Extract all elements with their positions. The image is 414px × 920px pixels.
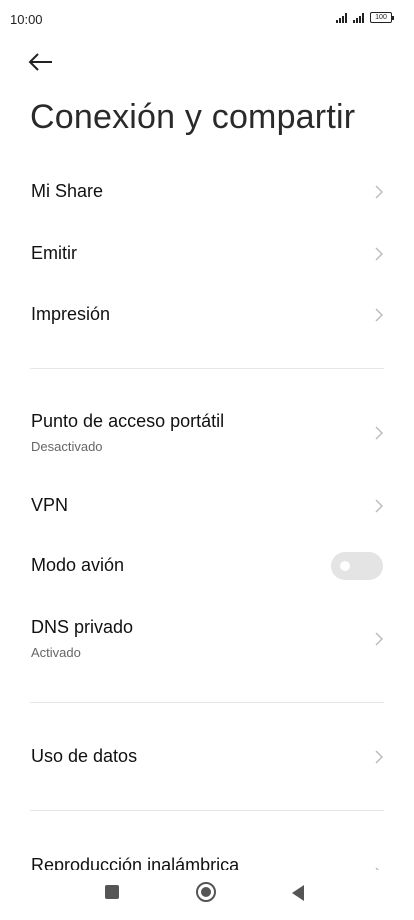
settings-item-mi-share[interactable]: Mi Share [0,172,414,212]
section-divider [30,702,384,703]
settings-item-label: Uso de datos [31,746,138,766]
toggle-knob [340,561,350,571]
status-time: 10:00 [10,12,43,27]
home-button[interactable] [195,881,217,908]
airplane-mode-toggle[interactable] [331,552,383,580]
settings-item-label: DNS privado [31,617,134,637]
settings-item-vpn[interactable]: VPN [0,486,414,526]
chevron-right-icon [375,750,384,764]
chevron-right-icon [375,308,384,322]
settings-item-label: Emitir [31,243,77,263]
back-button[interactable] [26,48,58,76]
page-title: Conexión y compartir [30,98,356,136]
chevron-right-icon [375,499,384,513]
chevron-right-icon [375,247,384,261]
chevron-right-icon [375,185,384,199]
signal-icon [353,12,364,23]
chevron-right-icon [375,632,384,646]
battery-level: 100 [375,14,387,21]
signal-icon [336,12,347,23]
recents-button[interactable] [104,884,120,905]
nav-back-button[interactable] [290,884,306,907]
circle-icon [196,882,216,902]
arrow-left-icon [28,53,52,71]
battery-icon: 100 [370,12,394,23]
settings-item-subtitle: Desactivado [31,439,103,454]
settings-item-label: Modo avión [31,555,125,575]
chevron-right-icon [375,426,384,440]
square-icon [105,885,119,899]
settings-item-label: VPN [31,495,69,515]
settings-item-private-dns[interactable]: DNS privado Activado [0,610,414,666]
section-divider [30,368,384,369]
status-bar: 10:00 100 [0,0,414,40]
settings-item-impresion[interactable]: Impresión [0,295,414,335]
settings-item-subtitle: Activado [31,645,81,660]
settings-item-data-usage[interactable]: Uso de datos [0,737,414,777]
settings-item-airplane-mode: Modo avión [0,546,414,586]
settings-item-emitir[interactable]: Emitir [0,234,414,274]
settings-item-label: Impresión [31,304,111,324]
settings-item-label: Punto de acceso portátil [31,411,225,431]
section-divider [30,810,384,811]
triangle-left-icon [292,885,304,901]
status-icons: 100 [336,12,394,23]
settings-item-label: Mi Share [31,181,104,201]
navigation-bar [0,870,414,920]
settings-item-hotspot[interactable]: Punto de acceso portátil Desactivado [0,404,414,460]
